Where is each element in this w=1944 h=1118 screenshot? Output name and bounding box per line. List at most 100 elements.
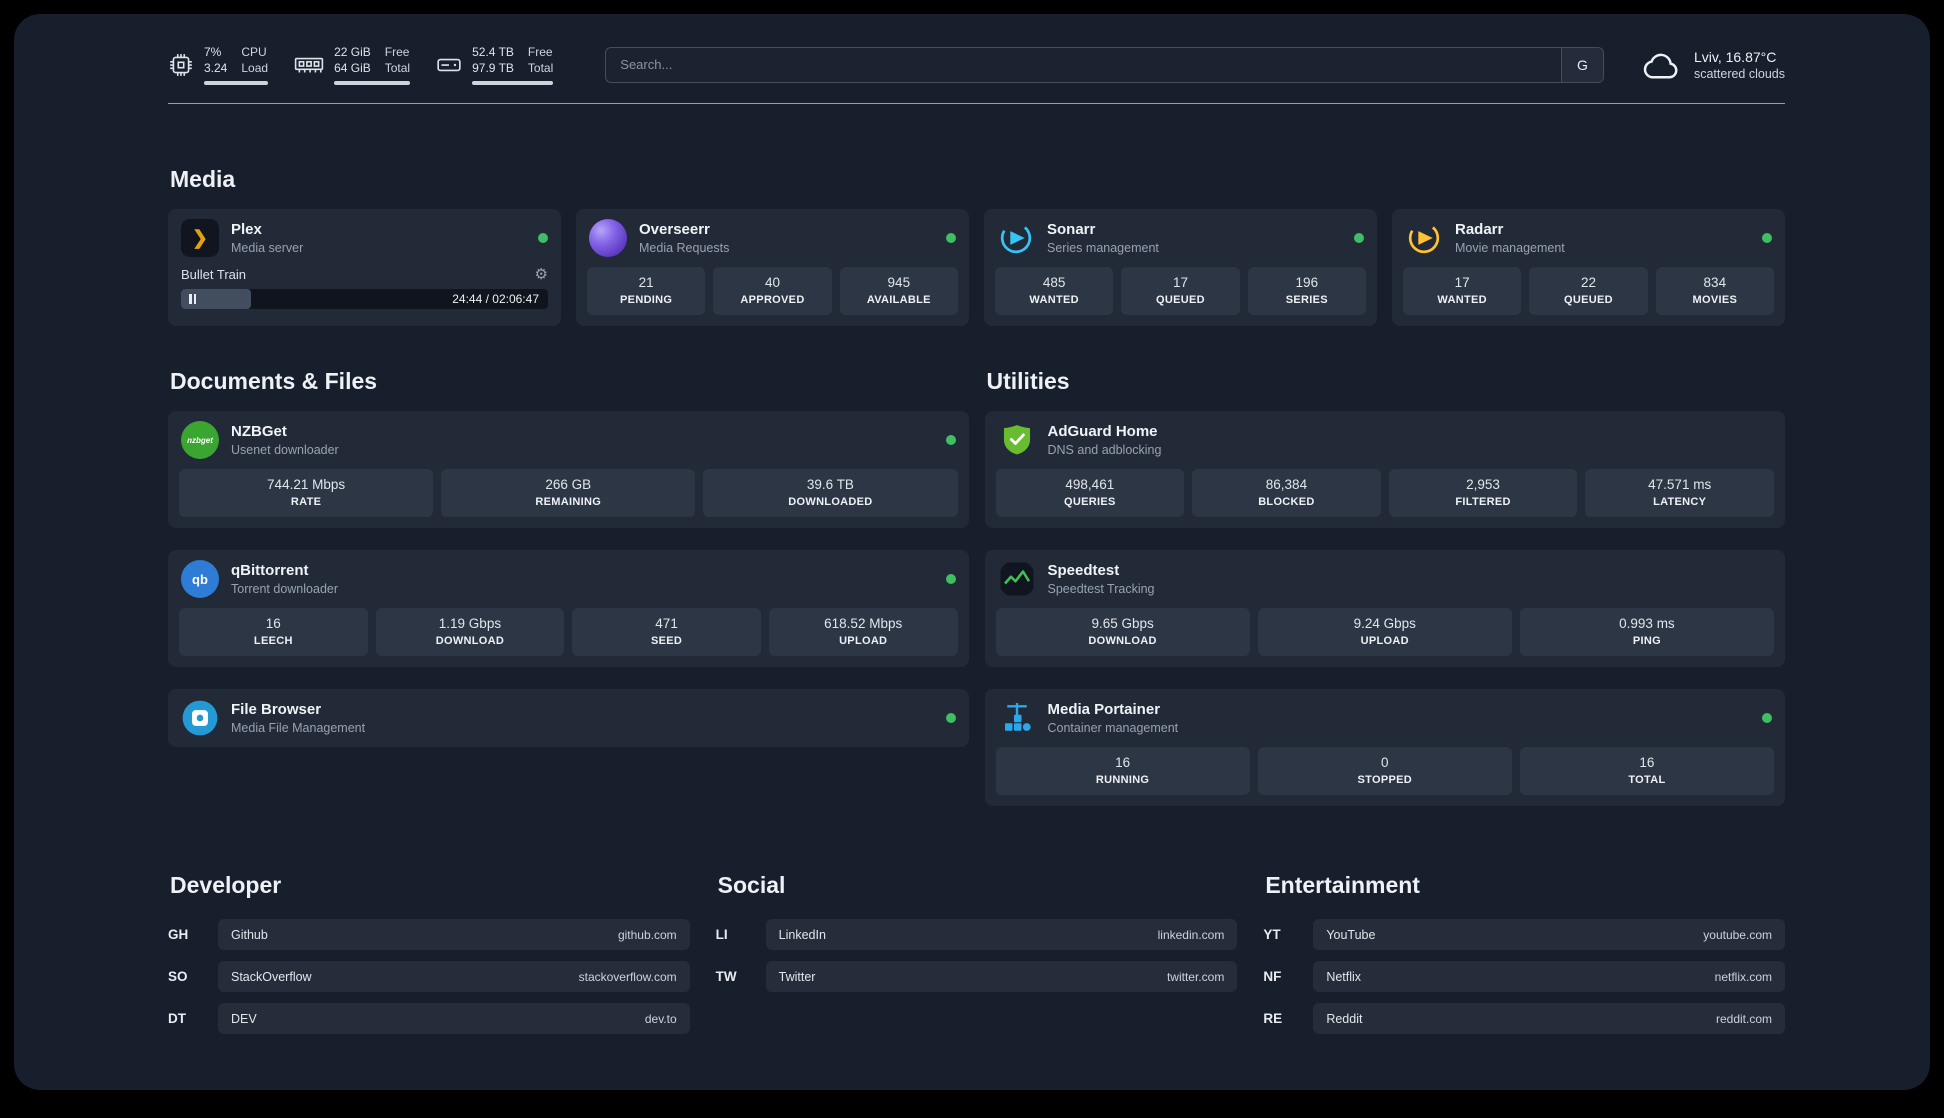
radarr-card[interactable]: Radarr Movie management 17 WANTED 22 QUE… (1392, 209, 1785, 326)
section-title-entertainment: Entertainment (1265, 872, 1420, 898)
stat-value: 22 (1580, 275, 1596, 290)
section-title-social: Social (717, 872, 786, 898)
bookmark-abbr: RE (1263, 1011, 1283, 1026)
bookmark-link-reddit[interactable]: Reddit reddit.com (1313, 1003, 1785, 1034)
bookmark-link-dev[interactable]: DEV dev.to (218, 1003, 690, 1034)
stat-label: QUERIES (1064, 496, 1116, 508)
status-dot (1762, 233, 1772, 243)
speedtest-card[interactable]: Speedtest Speedtest Tracking 9.65 Gbps D… (984, 550, 1785, 667)
ram-icon (294, 57, 324, 72)
bookmark-link-netflix[interactable]: Netflix netflix.com (1313, 961, 1785, 992)
stat-label: QUEUED (1156, 294, 1205, 306)
stat-tile: 22 QUEUED (1529, 267, 1648, 315)
portainer-card[interactable]: Media Portainer Container management 16 … (984, 689, 1785, 806)
stat-value: 471 (655, 616, 678, 631)
bookmark-link-stackoverflow[interactable]: StackOverflow stackoverflow.com (218, 961, 690, 992)
app-subtitle: Media Requests (639, 240, 730, 255)
app-subtitle: Torrent downloader (231, 581, 339, 596)
app-name: Media Portainer (1047, 700, 1161, 718)
stat-label: STOPPED (1357, 774, 1412, 786)
stat-label: MOVIES (1692, 294, 1738, 306)
bookmark-domain: twitter.com (1166, 969, 1225, 984)
bookmark-name: StackOverflow (231, 969, 312, 984)
stat-label: UPLOAD (839, 635, 888, 647)
bookmark-row-github: GH Github github.com (168, 919, 690, 950)
weather-condition: scattered clouds (1693, 66, 1785, 81)
stat-tile: 9.65 Gbps DOWNLOAD (995, 608, 1250, 656)
stat-tile: 1.19 Gbps DOWNLOAD (375, 608, 565, 656)
bookmark-abbr: GH (168, 927, 189, 942)
playback-time: 24:44 / 02:06:47 (452, 292, 539, 306)
filebrowser-card[interactable]: File Browser Media File Management (168, 689, 969, 747)
bookmark-link-youtube[interactable]: YouTube youtube.com (1313, 919, 1785, 950)
bookmark-domain: linkedin.com (1157, 927, 1225, 942)
stat-tile: 744.21 Mbps RATE (179, 469, 434, 517)
playback-progress-bar: 24:44 / 02:06:47 (181, 289, 548, 309)
bookmark-row-twitter: TW Twitter twitter.com (716, 961, 1238, 992)
app-subtitle: DNS and adblocking (1047, 442, 1162, 457)
stat-value: 16 (1115, 755, 1131, 770)
bookmark-link-twitter[interactable]: Twitter twitter.com (765, 961, 1238, 992)
overseerr-icon (589, 219, 627, 257)
adguard-icon (998, 421, 1036, 459)
sonarr-icon (997, 219, 1035, 257)
bookmark-row-reddit: RE Reddit reddit.com (1263, 1003, 1785, 1034)
bookmark-name: Netflix (1326, 969, 1362, 984)
stat-label: UPLOAD (1360, 635, 1409, 647)
developer-bookmarks: Developer GH Github github.com SO StackO… (168, 872, 690, 1034)
app-subtitle: Media File Management (231, 720, 366, 735)
stat-value: 0.993 ms (1619, 616, 1675, 631)
bookmark-link-linkedin[interactable]: LinkedIn linkedin.com (765, 919, 1238, 950)
stat-tile: 39.6 TB DOWNLOADED (703, 469, 958, 517)
search-engine-button[interactable]: G (1560, 47, 1603, 82)
plex-icon: ❯ (181, 219, 219, 257)
bookmark-row-stackoverflow: SO StackOverflow stackoverflow.com (168, 961, 690, 992)
stat-value: 266 GB (545, 477, 592, 492)
app-name: File Browser (231, 700, 322, 718)
bookmark-name: YouTube (1326, 927, 1376, 942)
ram-bar (334, 81, 411, 85)
cpu-label-2: Load (241, 61, 269, 75)
plex-card[interactable]: ❯ Plex Media server Bullet Train ⚙ 24:44… (168, 209, 561, 326)
stat-label: APPROVED (740, 294, 805, 306)
nzbget-card[interactable]: nzbget NZBGet Usenet downloader 744.21 M… (168, 411, 969, 528)
stat-label: LEECH (253, 635, 293, 647)
sonarr-card[interactable]: Sonarr Series management 485 WANTED 17 Q… (984, 209, 1377, 326)
bookmark-name: Reddit (1326, 1011, 1363, 1026)
search-input[interactable] (606, 47, 1561, 82)
status-dot (945, 713, 956, 723)
entertainment-bookmarks: Entertainment YT YouTube youtube.com NF … (1263, 872, 1785, 1034)
stat-tile: 16 RUNNING (995, 747, 1250, 795)
app-subtitle: Speedtest Tracking (1047, 581, 1155, 596)
disk-total: 97.9 TB (472, 61, 514, 75)
settings-gear-icon[interactable]: ⚙ (535, 265, 548, 283)
bookmark-row-netflix: NF Netflix netflix.com (1263, 961, 1785, 992)
bookmark-row-youtube: YT YouTube youtube.com (1263, 919, 1785, 950)
stat-value: 2,953 (1466, 477, 1500, 492)
qbittorrent-card[interactable]: qb qBittorrent Torrent downloader 16 LEE… (168, 550, 969, 667)
status-dot (945, 435, 956, 445)
bookmark-domain: reddit.com (1715, 1011, 1772, 1026)
stat-tile: 945 AVAILABLE (839, 267, 958, 315)
adguard-card[interactable]: AdGuard Home DNS and adblocking 498,461 … (984, 411, 1785, 528)
stat-value: 86,384 (1265, 477, 1308, 492)
stat-value: 744.21 Mbps (267, 477, 346, 492)
overseerr-card[interactable]: Overseerr Media Requests 21 PENDING 40 A… (576, 209, 969, 326)
stat-tile: 2,953 FILTERED (1388, 469, 1578, 517)
bookmark-domain: netflix.com (1714, 969, 1772, 984)
ram-total: 64 GiB (334, 61, 371, 75)
stat-label: RUNNING (1095, 774, 1150, 786)
bookmark-link-github[interactable]: Github github.com (218, 919, 690, 950)
pause-icon[interactable] (189, 294, 196, 304)
qbittorrent-icon: qb (181, 560, 219, 598)
stat-label: BLOCKED (1258, 496, 1315, 508)
media-grid: ❯ Plex Media server Bullet Train ⚙ 24:44… (168, 209, 1785, 326)
dashboard: 7% 3.24 CPU Load 22 GiB 64 GiB Free Tota… (14, 14, 1930, 1090)
radarr-icon (1405, 219, 1443, 257)
stat-value: 17 (1172, 275, 1188, 290)
stat-tile: 485 WANTED (995, 267, 1114, 315)
stat-tile: 16 LEECH (179, 608, 368, 656)
stat-value: 40 (764, 275, 780, 290)
stat-tile: 618.52 Mbps UPLOAD (768, 608, 958, 656)
stat-label: DOWNLOADED (788, 496, 873, 508)
